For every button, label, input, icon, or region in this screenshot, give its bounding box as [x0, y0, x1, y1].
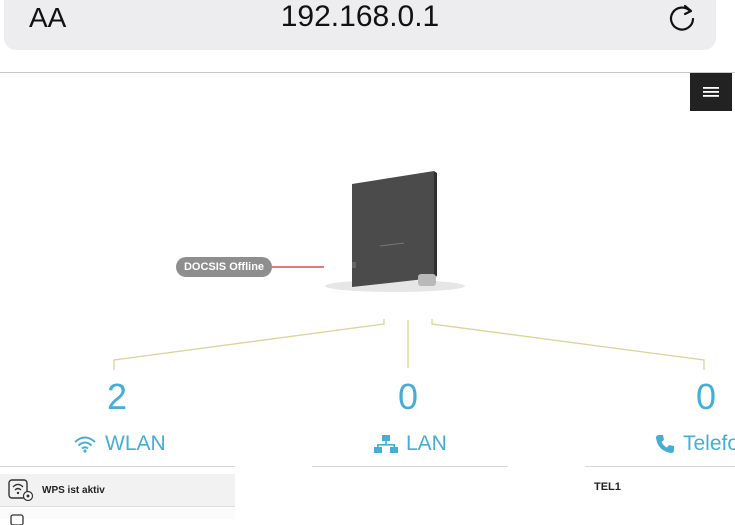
lan-divider — [312, 466, 508, 467]
telefon-count[interactable]: 0 — [666, 376, 735, 418]
telefon-label: Telefo — [683, 432, 735, 455]
lan-category[interactable]: LAN — [374, 432, 447, 456]
router-image[interactable] — [325, 171, 465, 292]
wps-label: WPS ist aktiv — [42, 484, 105, 496]
phone-icon — [656, 435, 674, 453]
list-item-icon — [10, 514, 24, 525]
wlan-count[interactable]: 2 — [77, 376, 157, 418]
wlan-label: WLAN — [105, 432, 166, 455]
wps-list-item[interactable]: WPS ist aktiv — [0, 474, 235, 507]
wlan-category[interactable]: WLAN — [73, 432, 166, 456]
telefon-category[interactable]: Telefo — [655, 432, 735, 456]
telefon-divider — [585, 466, 735, 467]
docsis-status-badge[interactable]: DOCSIS Offline — [176, 257, 272, 277]
network-icon — [374, 435, 398, 453]
wps-icon — [8, 479, 34, 501]
wlan-divider — [0, 466, 235, 467]
tel1-item[interactable]: TEL1 — [594, 481, 621, 493]
lan-label: LAN — [406, 432, 447, 455]
connector-lines — [113, 319, 705, 370]
lan-count[interactable]: 0 — [368, 376, 448, 418]
wlan-list-next-row[interactable] — [0, 508, 235, 525]
wifi-icon — [74, 436, 96, 453]
